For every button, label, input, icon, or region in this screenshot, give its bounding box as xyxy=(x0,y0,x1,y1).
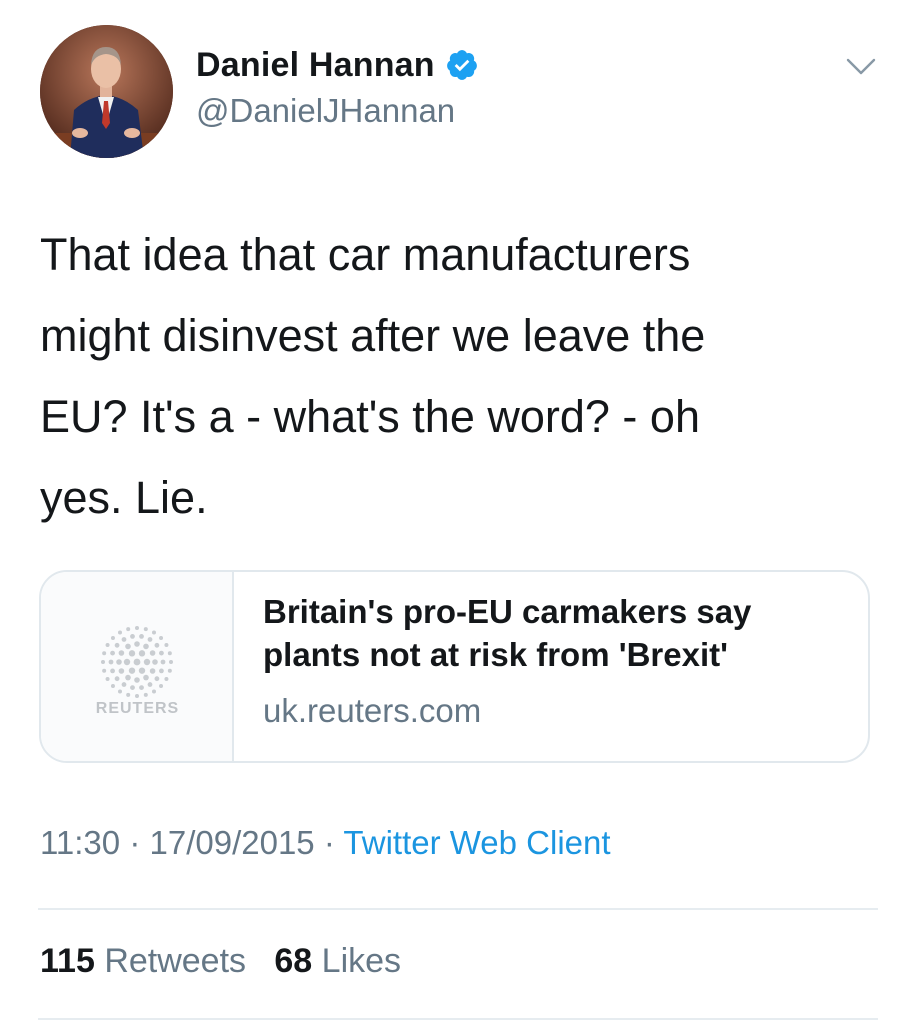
retweets-count: 115 xyxy=(40,942,95,980)
author-name-row: Daniel Hannan xyxy=(196,42,479,88)
card-thumbnail-label: REUTERS xyxy=(95,700,180,717)
reuters-logo-icon xyxy=(101,626,173,698)
likes-stat[interactable]: 68 Likes xyxy=(274,942,401,980)
retweets-label: Retweets xyxy=(104,942,247,980)
avatar[interactable] xyxy=(40,25,173,158)
card-title: Britain's pro-EU carmakers say plants no… xyxy=(263,593,752,673)
likes-label: Likes xyxy=(321,942,402,980)
author-handle[interactable]: @DanielJHannan xyxy=(196,92,455,130)
tweet-time[interactable]: 11:30 xyxy=(40,824,120,861)
card-domain: uk.reuters.com xyxy=(263,692,482,729)
meta-separator: · xyxy=(323,824,335,861)
verified-badge-icon xyxy=(446,50,477,80)
tweet: Daniel Hannan @DanielJHannan That idea t… xyxy=(0,0,910,1024)
chevron-down-icon[interactable] xyxy=(844,52,878,80)
tweet-source-link[interactable]: Twitter Web Client xyxy=(343,824,610,861)
tweet-meta: 11:30 · 17/09/2015 · Twitter Web Client xyxy=(40,824,611,862)
author-display-name[interactable]: Daniel Hannan xyxy=(196,46,435,85)
retweets-stat[interactable]: 115 Retweets xyxy=(40,942,246,980)
tweet-date[interactable]: 17/09/2015 xyxy=(149,824,314,861)
tweet-stats: 115 Retweets 68 Likes xyxy=(40,942,401,981)
link-card[interactable]: REUTERS Britain's pro-EU carmakers say p… xyxy=(39,570,870,763)
divider xyxy=(38,1018,878,1020)
card-thumbnail: REUTERS xyxy=(41,572,234,761)
likes-count: 68 xyxy=(274,942,313,980)
tweet-text: That idea that car manufacturers might d… xyxy=(40,229,706,523)
divider xyxy=(38,908,878,910)
meta-separator: · xyxy=(129,824,141,861)
